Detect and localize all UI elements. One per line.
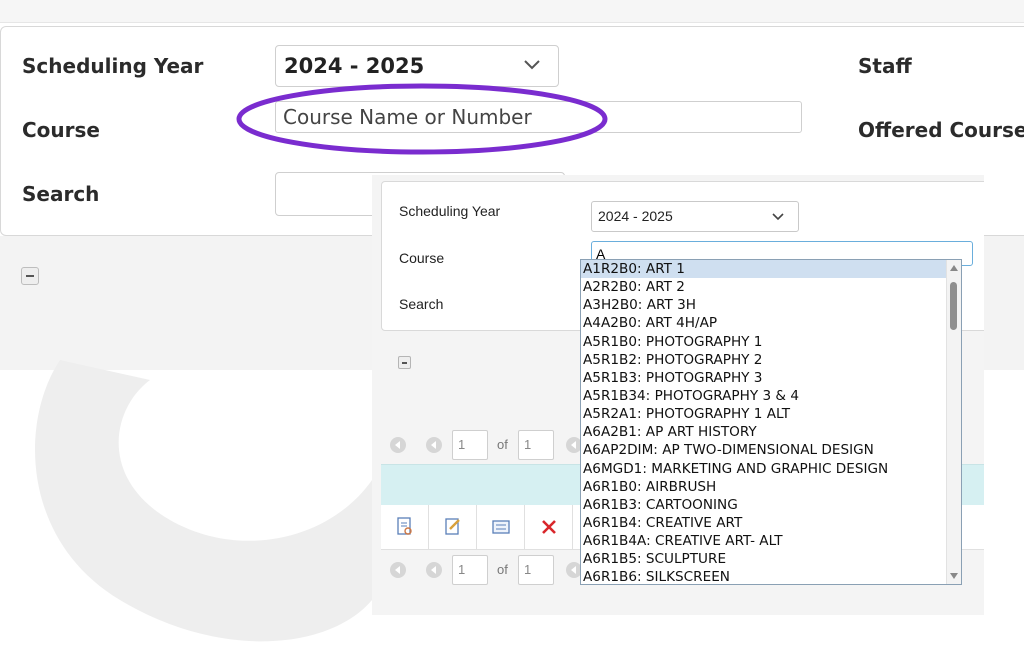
popup-screenshot: Scheduling Year 2024 - 2025 Course Searc… xyxy=(372,175,984,615)
course-option[interactable]: A6R1B5: SCULPTURE xyxy=(581,550,947,568)
course-option[interactable]: A5R1B3: PHOTOGRAPHY 3 xyxy=(581,369,947,387)
prev-page-icon[interactable] xyxy=(426,562,442,578)
popup-scheduling-year-select[interactable]: 2024 - 2025 xyxy=(591,201,799,232)
scheduling-year-select[interactable]: 2024 - 2025 xyxy=(275,45,559,87)
page-of-label: of xyxy=(497,562,508,577)
scroll-down-icon[interactable] xyxy=(950,573,958,579)
pager-bottom: 1 of 1 xyxy=(390,555,590,585)
course-option[interactable]: A5R1B2: PHOTOGRAPHY 2 xyxy=(581,351,947,369)
first-page-icon[interactable] xyxy=(390,562,406,578)
course-option[interactable]: A6R1B4: CREATIVE ART xyxy=(581,514,947,532)
course-option[interactable]: A2R2B0: ART 2 xyxy=(581,278,947,296)
course-option[interactable]: A1R2B0: ART 1 xyxy=(581,260,947,279)
delete-icon[interactable] xyxy=(525,505,573,549)
first-page-icon[interactable] xyxy=(390,437,406,453)
popup-scheduling-year-value: 2024 - 2025 xyxy=(598,208,673,224)
collapse-icon[interactable] xyxy=(398,356,411,369)
course-autocomplete-list[interactable]: A1R2B0: ART 1 A2R2B0: ART 2 A3H2B0: ART 3H… xyxy=(580,259,962,585)
highlight-circle xyxy=(236,83,608,155)
pager-top: 1 of 1 xyxy=(390,430,590,460)
list-icon[interactable] xyxy=(477,505,525,549)
course-option[interactable]: A6R1B4A: CREATIVE ART- ALT xyxy=(581,532,947,550)
page-total: 1 xyxy=(518,555,554,585)
popup-search-label: Search xyxy=(399,296,444,312)
course-option[interactable]: A5R1B34: PHOTOGRAPHY 3 & 4 xyxy=(581,387,947,405)
list-scrollbar[interactable] xyxy=(946,260,961,584)
course-option[interactable]: A6R1B0: AIRBRUSH xyxy=(581,478,947,496)
course-option[interactable]: A5R2A1: PHOTOGRAPHY 1 ALT xyxy=(581,405,947,423)
scheduling-year-value: 2024 - 2025 xyxy=(284,54,425,78)
course-option[interactable]: A6MGD1: MARKETING AND GRAPHIC DESIGN xyxy=(581,460,947,478)
course-option[interactable]: A5R1B0: PHOTOGRAPHY 1 xyxy=(581,333,947,351)
course-label: Course xyxy=(22,118,100,142)
course-option[interactable]: A6R1B3: CARTOONING xyxy=(581,496,947,514)
course-option[interactable]: A6A2B1: AP ART HISTORY xyxy=(581,423,947,441)
scroll-thumb[interactable] xyxy=(950,282,957,330)
course-option[interactable]: A3H2B0: ART 3H xyxy=(581,296,947,314)
course-option[interactable]: A6R1B6: SILKSCREEN xyxy=(581,568,947,584)
course-option[interactable]: A6AP2DIM: AP TWO-DIMENSIONAL DESIGN xyxy=(581,441,947,459)
popup-course-label: Course xyxy=(399,250,445,266)
scheduling-year-label: Scheduling Year xyxy=(22,54,204,78)
edit-document-icon[interactable] xyxy=(429,505,477,549)
collapse-icon[interactable] xyxy=(21,267,39,285)
view-document-icon[interactable] xyxy=(381,505,429,549)
page-number-input[interactable]: 1 xyxy=(452,555,488,585)
page-of-label: of xyxy=(497,437,508,452)
search-label: Search xyxy=(22,182,100,206)
scroll-up-icon[interactable] xyxy=(950,265,958,271)
popup-scheduling-year-label: Scheduling Year xyxy=(399,203,501,219)
page-total: 1 xyxy=(518,430,554,460)
offered-courses-label: Offered Courses xyxy=(858,118,1024,142)
staff-label: Staff xyxy=(858,54,912,78)
page-number-input[interactable]: 1 xyxy=(452,430,488,460)
chevron-down-icon xyxy=(772,213,784,221)
course-option[interactable]: A4A2B0: ART 4H/AP xyxy=(581,314,947,332)
chevron-down-icon xyxy=(524,60,540,70)
prev-page-icon[interactable] xyxy=(426,437,442,453)
